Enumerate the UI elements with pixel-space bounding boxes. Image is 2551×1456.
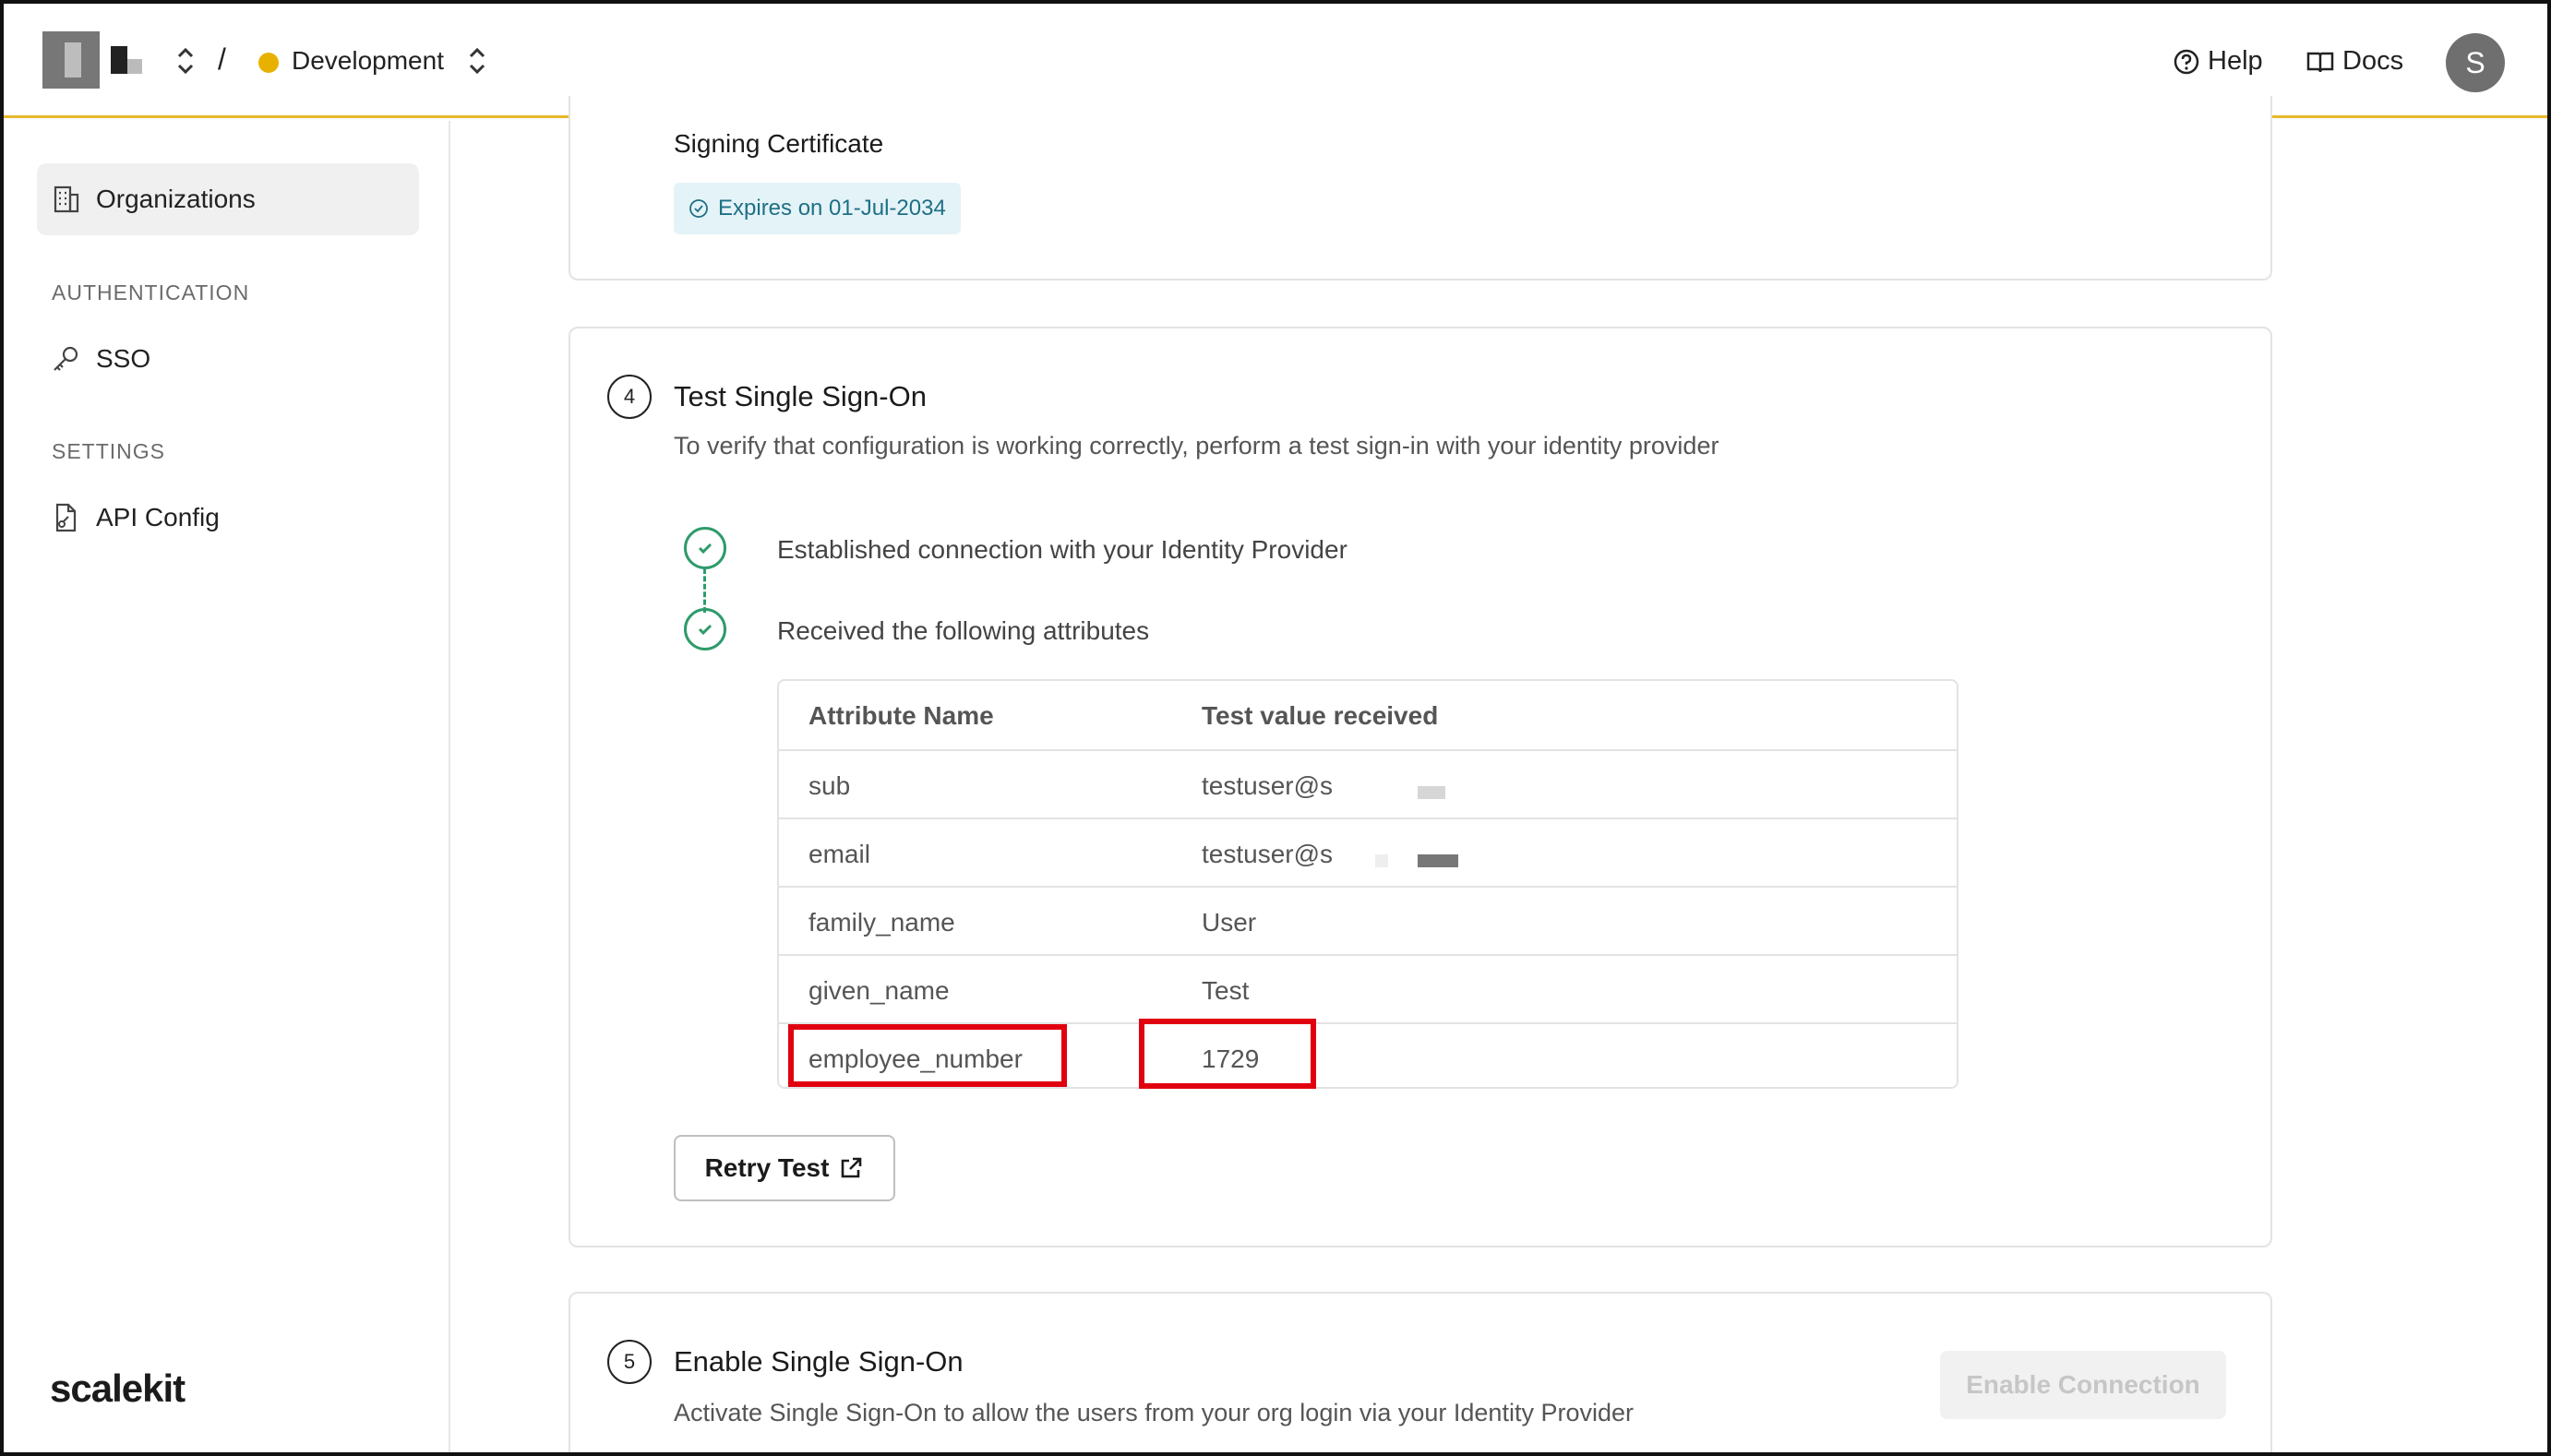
check-step-text: Received the following attributes [777, 616, 1150, 645]
docs-link[interactable]: Docs [2305, 46, 2403, 77]
help-label: Help [2208, 46, 2263, 76]
sidebar-item-label: API Config [96, 503, 220, 531]
certificate-expiry-badge: Expires on 01-Jul-2034 [674, 183, 961, 234]
building-icon [54, 185, 79, 213]
attribute-name: family_name [808, 908, 955, 937]
environment-chevron-icon[interactable] [465, 42, 489, 79]
docs-label: Docs [2342, 46, 2404, 76]
table-row: email testuser@s [779, 818, 1957, 886]
app-window: / Development Help Docs S Organizations … [0, 0, 2551, 1456]
workspace-logo[interactable] [42, 31, 100, 89]
workspace-logo-mark [111, 46, 127, 74]
attribute-name: given_name [808, 976, 950, 1005]
attribute-name: email [808, 840, 870, 868]
user-avatar[interactable]: S [2446, 33, 2505, 92]
test-sso-description: To verify that configuration is working … [674, 432, 1719, 459]
column-header-value: Test value received [1202, 701, 1439, 730]
enable-sso-description: Activate Single Sign-On to allow the use… [674, 1399, 1634, 1426]
test-sso-title: Test Single Sign-On [674, 380, 927, 412]
retry-test-label: Retry Test [704, 1153, 830, 1182]
table-row: family_name User [779, 886, 1957, 954]
certificate-expiry-text: Expires on 01-Jul-2034 [718, 196, 946, 221]
redacted-text [1375, 854, 1388, 867]
help-link[interactable]: Help [2173, 46, 2263, 77]
check-circle-icon [689, 199, 708, 218]
sidebar-section-authentication: AUTHENTICATION [52, 280, 250, 304]
step-number: 4 [607, 375, 652, 419]
sidebar-item-sso[interactable]: SSO [37, 323, 419, 395]
breadcrumb-separator: / [218, 42, 226, 76]
signing-certificate-card: Signing Certificate Expires on 01-Jul-20… [569, 96, 2272, 280]
table-row: sub testuser@s [779, 749, 1957, 818]
check-circle-icon [684, 527, 726, 569]
sidebar-item-label: SSO [96, 344, 151, 373]
enable-connection-button[interactable]: Enable Connection [1940, 1351, 2226, 1419]
sidebar: Organizations AUTHENTICATION SSO SETTING… [4, 121, 450, 1452]
sidebar-section-settings: SETTINGS [52, 439, 166, 463]
book-open-icon [2306, 52, 2334, 72]
attribute-value: testuser@s [1202, 840, 1334, 868]
signing-certificate-title: Signing Certificate [674, 129, 884, 158]
attribute-value: testuser@s [1202, 771, 1334, 800]
attribute-value: Test [1202, 976, 1250, 1005]
key-icon [54, 346, 78, 371]
attribute-value: User [1202, 908, 1257, 937]
retry-test-button[interactable]: Retry Test [674, 1135, 895, 1201]
progress-connector [703, 568, 706, 613]
environment-status-dot [258, 53, 279, 73]
workspace-logo-mark-light [127, 59, 142, 74]
redacted-text [1418, 786, 1445, 799]
redacted-text [1418, 854, 1458, 867]
column-header-attribute: Attribute Name [808, 701, 994, 730]
brand-logo: scalekit [50, 1366, 186, 1410]
check-step-text: Established connection with your Identit… [777, 535, 1347, 564]
sidebar-item-label: Organizations [96, 185, 256, 213]
file-code-icon [55, 503, 77, 532]
table-header-row: Attribute Name Test value received [779, 681, 1957, 749]
help-circle-icon [2174, 49, 2199, 74]
table-row: given_name Test [779, 954, 1957, 1022]
highlight-box-value [1139, 1019, 1316, 1089]
attribute-name: sub [808, 771, 851, 800]
environment-label[interactable]: Development [292, 46, 444, 76]
highlight-box-attribute [788, 1024, 1067, 1087]
chevron-updown-icon[interactable] [174, 42, 198, 79]
check-circle-icon [684, 608, 726, 650]
enable-sso-title: Enable Single Sign-On [674, 1345, 964, 1378]
step-number: 5 [607, 1340, 652, 1384]
external-link-icon [842, 1157, 862, 1178]
sidebar-item-organizations[interactable]: Organizations [37, 163, 419, 235]
sidebar-item-api-config[interactable]: API Config [37, 482, 419, 554]
